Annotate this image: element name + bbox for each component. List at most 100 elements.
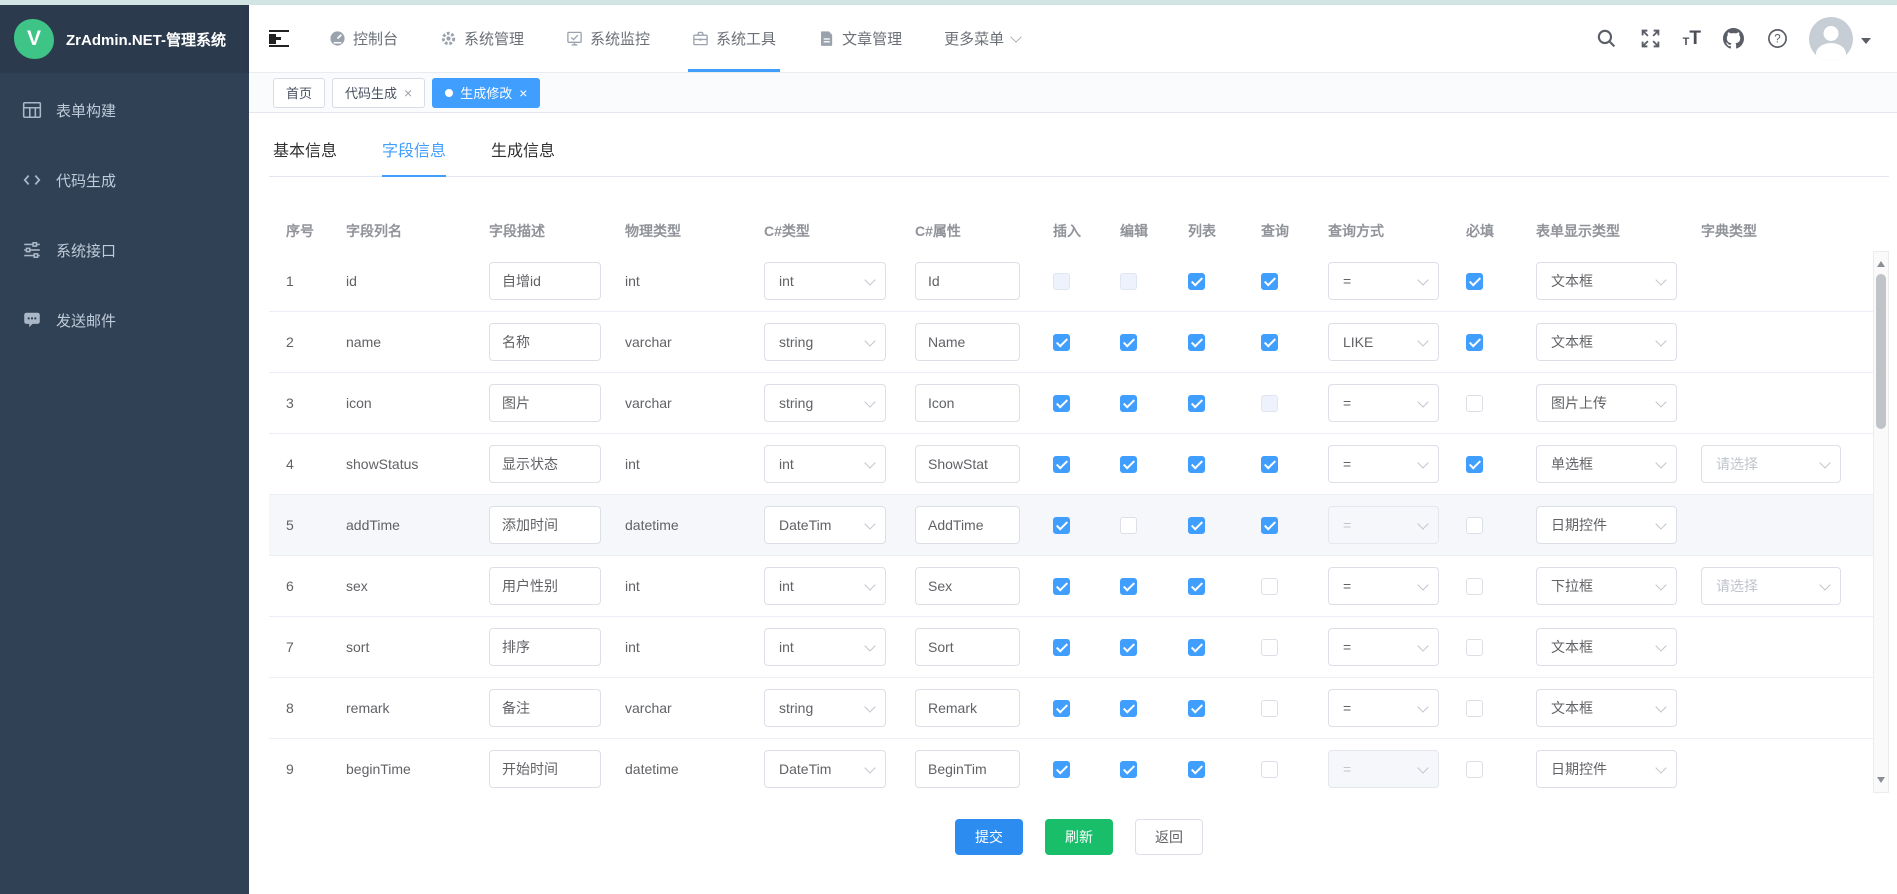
query-type-select[interactable]: LIKE bbox=[1328, 323, 1439, 361]
required-checkbox[interactable] bbox=[1466, 700, 1483, 717]
query-type-select[interactable]: = bbox=[1328, 262, 1439, 300]
query-type-select[interactable]: = bbox=[1328, 445, 1439, 483]
query-checkbox[interactable] bbox=[1261, 517, 1278, 534]
query-checkbox[interactable] bbox=[1261, 700, 1278, 717]
required-checkbox[interactable] bbox=[1466, 273, 1483, 290]
tab-basic-info[interactable]: 基本信息 bbox=[273, 137, 337, 176]
tag-code-gen[interactable]: 代码生成 × bbox=[332, 78, 425, 108]
scrollbar-thumb[interactable] bbox=[1876, 274, 1886, 429]
scroll-up-icon[interactable] bbox=[1877, 257, 1885, 267]
search-icon[interactable] bbox=[1595, 27, 1619, 51]
insert-checkbox[interactable] bbox=[1053, 761, 1070, 778]
edit-checkbox[interactable] bbox=[1120, 395, 1137, 412]
display-type-select[interactable]: 日期控件 bbox=[1536, 506, 1677, 544]
sidebar-collapse-icon[interactable] bbox=[269, 30, 291, 48]
query-type-select[interactable]: = bbox=[1328, 628, 1439, 666]
tag-gen-edit[interactable]: 生成修改 × bbox=[432, 78, 540, 108]
edit-checkbox[interactable] bbox=[1120, 700, 1137, 717]
list-checkbox[interactable] bbox=[1188, 456, 1205, 473]
csharp-property-input[interactable] bbox=[915, 445, 1020, 483]
edit-checkbox[interactable] bbox=[1120, 639, 1137, 656]
help-icon[interactable]: ? bbox=[1765, 27, 1789, 51]
csharp-type-select[interactable]: int bbox=[764, 445, 886, 483]
csharp-type-select[interactable]: DateTim bbox=[764, 750, 886, 788]
sidebar-item-form-builder[interactable]: 表单构建 bbox=[0, 75, 249, 145]
display-type-select[interactable]: 下拉框 bbox=[1536, 567, 1677, 605]
query-checkbox[interactable] bbox=[1261, 578, 1278, 595]
query-checkbox[interactable] bbox=[1261, 273, 1278, 290]
edit-checkbox[interactable] bbox=[1120, 761, 1137, 778]
sidebar-item-api[interactable]: 系统接口 bbox=[0, 215, 249, 285]
query-type-select[interactable]: = bbox=[1328, 689, 1439, 727]
list-checkbox[interactable] bbox=[1188, 395, 1205, 412]
csharp-property-input[interactable] bbox=[915, 323, 1020, 361]
fullscreen-icon[interactable] bbox=[1639, 27, 1663, 51]
close-icon[interactable]: × bbox=[404, 86, 412, 100]
query-type-select[interactable]: = bbox=[1328, 384, 1439, 422]
user-menu[interactable] bbox=[1809, 17, 1871, 61]
nav-item-system-manage[interactable]: 系统管理 bbox=[440, 5, 524, 72]
list-checkbox[interactable] bbox=[1188, 761, 1205, 778]
field-description-input[interactable] bbox=[489, 567, 601, 605]
insert-checkbox[interactable] bbox=[1053, 334, 1070, 351]
field-description-input[interactable] bbox=[489, 689, 601, 727]
field-description-input[interactable] bbox=[489, 506, 601, 544]
query-type-select[interactable]: = bbox=[1328, 567, 1439, 605]
csharp-property-input[interactable] bbox=[915, 689, 1020, 727]
nav-item-system-tools[interactable]: 系统工具 bbox=[692, 5, 776, 72]
required-checkbox[interactable] bbox=[1466, 395, 1483, 412]
field-description-input[interactable] bbox=[489, 384, 601, 422]
tab-field-info[interactable]: 字段信息 bbox=[382, 137, 446, 176]
insert-checkbox[interactable] bbox=[1053, 456, 1070, 473]
csharp-property-input[interactable] bbox=[915, 628, 1020, 666]
list-checkbox[interactable] bbox=[1188, 578, 1205, 595]
display-type-select[interactable]: 文本框 bbox=[1536, 689, 1677, 727]
nav-item-dashboard[interactable]: 控制台 bbox=[329, 5, 398, 72]
edit-checkbox[interactable] bbox=[1120, 334, 1137, 351]
refresh-button[interactable]: 刷新 bbox=[1045, 819, 1113, 855]
field-description-input[interactable] bbox=[489, 262, 601, 300]
query-checkbox[interactable] bbox=[1261, 761, 1278, 778]
display-type-select[interactable]: 图片上传 bbox=[1536, 384, 1677, 422]
csharp-property-input[interactable] bbox=[915, 567, 1020, 605]
required-checkbox[interactable] bbox=[1466, 578, 1483, 595]
sidebar-item-send-mail[interactable]: 发送邮件 bbox=[0, 285, 249, 355]
display-type-select[interactable]: 日期控件 bbox=[1536, 750, 1677, 788]
nav-item-more-menu[interactable]: 更多菜单 bbox=[944, 5, 1021, 72]
insert-checkbox[interactable] bbox=[1053, 395, 1070, 412]
list-checkbox[interactable] bbox=[1188, 700, 1205, 717]
tab-gen-info[interactable]: 生成信息 bbox=[491, 137, 555, 176]
csharp-property-input[interactable] bbox=[915, 384, 1020, 422]
query-checkbox[interactable] bbox=[1261, 456, 1278, 473]
dict-type-select[interactable]: 请选择 bbox=[1701, 445, 1841, 483]
required-checkbox[interactable] bbox=[1466, 639, 1483, 656]
field-description-input[interactable] bbox=[489, 750, 601, 788]
list-checkbox[interactable] bbox=[1188, 517, 1205, 534]
query-checkbox[interactable] bbox=[1261, 334, 1278, 351]
csharp-type-select[interactable]: string bbox=[764, 689, 886, 727]
field-description-input[interactable] bbox=[489, 628, 601, 666]
csharp-type-select[interactable]: int bbox=[764, 567, 886, 605]
display-type-select[interactable]: 单选框 bbox=[1536, 445, 1677, 483]
back-button[interactable]: 返回 bbox=[1135, 819, 1203, 855]
sidebar-item-code-gen[interactable]: 代码生成 bbox=[0, 145, 249, 215]
csharp-type-select[interactable]: string bbox=[764, 384, 886, 422]
required-checkbox[interactable] bbox=[1466, 456, 1483, 473]
csharp-type-select[interactable]: DateTim bbox=[764, 506, 886, 544]
query-type-select[interactable]: = bbox=[1328, 750, 1439, 788]
query-checkbox[interactable] bbox=[1261, 639, 1278, 656]
display-type-select[interactable]: 文本框 bbox=[1536, 262, 1677, 300]
insert-checkbox[interactable] bbox=[1053, 578, 1070, 595]
query-type-select[interactable]: = bbox=[1328, 506, 1439, 544]
required-checkbox[interactable] bbox=[1466, 761, 1483, 778]
font-size-icon[interactable]: TT bbox=[1683, 29, 1701, 48]
required-checkbox[interactable] bbox=[1466, 334, 1483, 351]
field-description-input[interactable] bbox=[489, 445, 601, 483]
csharp-property-input[interactable] bbox=[915, 750, 1020, 788]
insert-checkbox[interactable] bbox=[1053, 639, 1070, 656]
close-icon[interactable]: × bbox=[519, 86, 527, 100]
field-description-input[interactable] bbox=[489, 323, 601, 361]
nav-item-system-monitor[interactable]: 系统监控 bbox=[566, 5, 650, 72]
csharp-type-select[interactable]: int bbox=[764, 262, 886, 300]
list-checkbox[interactable] bbox=[1188, 334, 1205, 351]
